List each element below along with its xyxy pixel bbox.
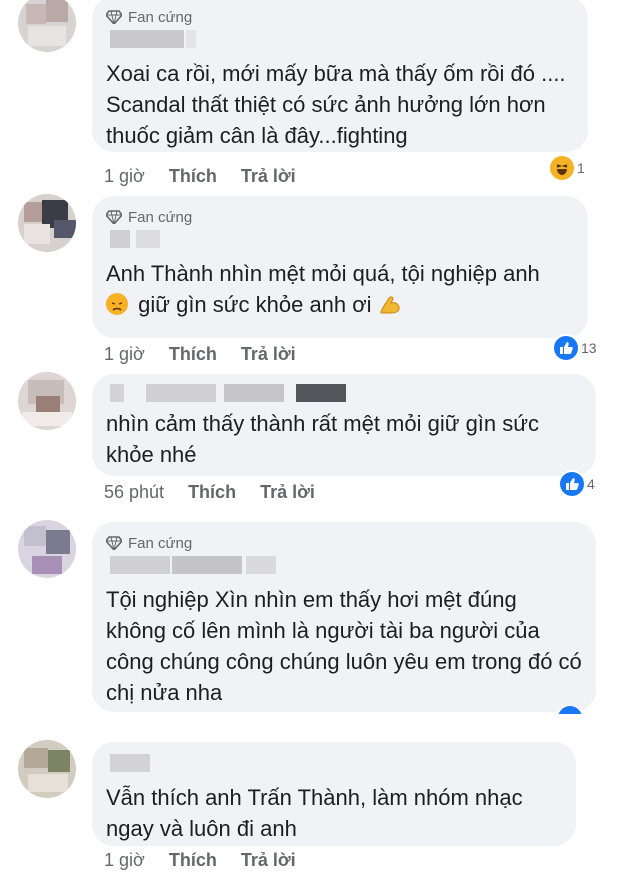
comment-actions: 1 giờ Thích Trả lời xyxy=(104,850,296,871)
comment-text-line2: giữ gìn sức khỏe anh ơi xyxy=(138,292,372,317)
like-link[interactable]: Thích xyxy=(169,166,217,187)
fan-badge: Fan cứng xyxy=(106,208,574,226)
fan-badge: Fan cứng xyxy=(106,534,582,552)
badge-label: Fan cứng xyxy=(128,534,193,552)
like-icon xyxy=(560,472,584,496)
haha-emoji-icon xyxy=(550,156,574,180)
diamond-icon xyxy=(106,536,122,550)
reply-link[interactable]: Trả lời xyxy=(241,344,296,365)
comment-actions: 1 giờ Thích Trả lời xyxy=(104,166,296,187)
comment-time[interactable]: 1 giờ xyxy=(104,166,145,187)
diamond-icon xyxy=(106,210,122,224)
commenter-name-blurred[interactable] xyxy=(106,30,574,50)
comment-actions: 1 giờ Thích Trả lời xyxy=(104,344,296,365)
comment-text-line1: Anh Thành nhìn mệt mỏi quá, tội nghiệp a… xyxy=(106,261,540,286)
fan-badge: Fan cứng xyxy=(106,8,574,26)
reaction-count: 4 xyxy=(587,476,595,492)
like-link[interactable]: Thích xyxy=(188,482,236,503)
reply-link[interactable]: Trả lời xyxy=(241,166,296,187)
comment-bubble: nhìn cảm thấy thành rất mệt mỏi giữ gìn … xyxy=(92,374,596,476)
commenter-name-blurred[interactable] xyxy=(106,384,582,404)
badge-label: Fan cứng xyxy=(128,8,193,26)
commenter-name-blurred[interactable] xyxy=(106,230,574,250)
commenter-name-blurred[interactable] xyxy=(106,556,582,576)
comment-text: Xoai ca rồi, mới mấy bữa mà thấy ốm rồi … xyxy=(106,61,566,148)
comment-time[interactable]: 1 giờ xyxy=(104,850,145,871)
avatar[interactable] xyxy=(18,0,76,52)
commenter-name-blurred[interactable] xyxy=(106,754,562,774)
reply-link[interactable]: Trả lời xyxy=(241,850,296,871)
badge-label: Fan cứng xyxy=(128,208,193,226)
comment-text: Tội nghiệp Xìn nhìn em thấy hơi mệt đúng… xyxy=(106,587,582,705)
comment-bubble: Fan cứng Xoai ca rồi, mới mấy bữa mà thấ… xyxy=(92,0,588,152)
comment-bubble: Vẫn thích anh Trấn Thành, làm nhóm nhạc … xyxy=(92,742,576,846)
avatar[interactable] xyxy=(18,194,76,252)
reaction-summary[interactable] xyxy=(558,706,582,714)
like-link[interactable]: Thích xyxy=(169,850,217,871)
avatar[interactable] xyxy=(18,372,76,430)
reply-link[interactable]: Trả lời xyxy=(260,482,315,503)
flexed-biceps-icon xyxy=(378,292,400,314)
reaction-summary[interactable]: 1 xyxy=(550,156,585,180)
comment-bubble: Fan cứng Tội nghiệp Xìn nhìn em thấy hơi… xyxy=(92,522,596,712)
reaction-summary[interactable]: 13 xyxy=(554,336,597,360)
reaction-count: 1 xyxy=(577,160,585,176)
comment-text: Anh Thành nhìn mệt mỏi quá, tội nghiệp a… xyxy=(106,258,574,320)
comment-time[interactable]: 56 phút xyxy=(104,482,164,503)
like-icon xyxy=(554,336,578,360)
disappointed-emoji-icon xyxy=(106,293,128,315)
avatar[interactable] xyxy=(18,740,76,798)
comment-time[interactable]: 1 giờ xyxy=(104,344,145,365)
comment-text: Vẫn thích anh Trấn Thành, làm nhóm nhạc … xyxy=(106,785,523,841)
like-icon xyxy=(558,706,582,714)
comment-text: nhìn cảm thấy thành rất mệt mỏi giữ gìn … xyxy=(106,411,539,467)
diamond-icon xyxy=(106,10,122,24)
comment-actions: 56 phút Thích Trả lời xyxy=(104,482,315,503)
comment-bubble: Fan cứng Anh Thành nhìn mệt mỏi quá, tội… xyxy=(92,196,588,338)
like-link[interactable]: Thích xyxy=(169,344,217,365)
avatar[interactable] xyxy=(18,520,76,578)
reaction-summary[interactable]: 4 xyxy=(560,472,595,496)
reaction-count: 13 xyxy=(581,340,597,356)
